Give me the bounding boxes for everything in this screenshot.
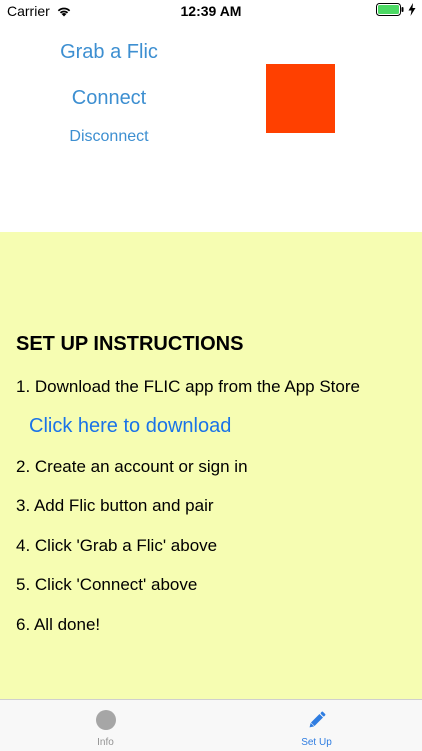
instruction-step-4: 4. Click 'Grab a Flic' above: [16, 536, 218, 555]
instruction-step-6: 6. All done!: [16, 615, 101, 634]
charging-bolt-icon: [408, 3, 416, 16]
tab-info-label: Info: [97, 737, 114, 748]
tab-set-up[interactable]: Set Up: [211, 700, 422, 751]
instruction-step-5: 5. Click 'Connect' above: [16, 575, 198, 594]
connection-status-indicator: [266, 64, 335, 133]
tab-set-up-label: Set Up: [301, 737, 332, 748]
disconnect-button[interactable]: Disconnect: [0, 128, 218, 146]
status-time: 12:39 AM: [180, 3, 242, 19]
download-link[interactable]: Click here to download: [29, 415, 231, 438]
instruction-step-2: 2. Create an account or sign in: [16, 457, 248, 476]
instruction-step-3: 3. Add Flic button and pair: [16, 496, 214, 515]
control-area: Grab a Flic Connect Disconnect: [0, 24, 422, 232]
status-bar: Carrier 12:39 AM: [0, 0, 422, 24]
tab-bar: Info Set Up: [0, 699, 422, 751]
tab-info[interactable]: Info: [0, 700, 211, 751]
connect-button[interactable]: Connect: [0, 87, 218, 110]
battery-icon: [376, 3, 404, 16]
grab-flic-button[interactable]: Grab a Flic: [0, 41, 218, 64]
setup-instructions-panel: SET UP INSTRUCTIONS 1. Download the FLIC…: [0, 232, 422, 699]
instructions-title: SET UP INSTRUCTIONS: [16, 333, 244, 355]
instruction-step-1: 1. Download the FLIC app from the App St…: [16, 377, 360, 396]
pencil-icon: [309, 711, 325, 728]
circle-icon: [95, 710, 116, 730]
status-right: [376, 3, 416, 16]
